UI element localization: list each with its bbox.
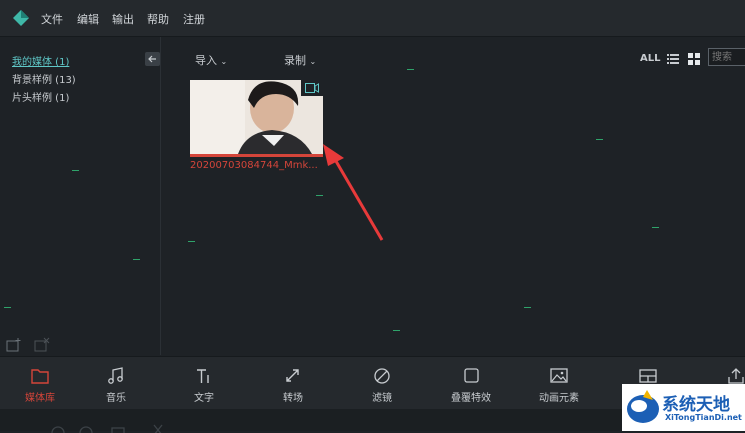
tool-label: 转场 <box>283 393 303 404</box>
library-item-title-samples[interactable]: 片头样例 (1) <box>12 89 69 104</box>
artifact-dash <box>4 307 11 308</box>
site-watermark: 系统天地 XiTongTianDi.net <box>622 384 745 431</box>
record-label: 录制 <box>284 54 306 67</box>
tool-overlay[interactable]: 叠覆特效 <box>435 357 505 409</box>
arrow-left-icon <box>148 55 156 63</box>
text-icon <box>197 369 209 383</box>
app-logo-icon <box>13 10 29 26</box>
tool-label: 滤镜 <box>372 393 392 404</box>
tool-label: 叠覆特效 <box>451 393 491 404</box>
layout-icon <box>639 369 657 383</box>
music-icon <box>108 367 123 384</box>
menu-help[interactable]: 帮助 <box>147 11 169 27</box>
watermark-logo-icon <box>627 390 659 423</box>
tool-elements[interactable]: 动画元素 <box>523 357 593 409</box>
tool-label: 媒体库 <box>25 393 55 404</box>
artifact-dash <box>596 139 603 140</box>
artifact-dash <box>316 195 323 196</box>
artifact-dash <box>133 259 140 260</box>
artifact-dash <box>188 241 195 242</box>
search-input[interactable] <box>708 48 745 66</box>
artifact-dash <box>652 227 659 228</box>
filter-icon <box>374 368 390 384</box>
artifact-dash <box>393 330 400 331</box>
image-icon <box>550 368 568 383</box>
chevron-down-icon: ⌄ <box>309 57 317 66</box>
tool-filter[interactable]: 滤镜 <box>346 357 416 409</box>
library-item-background-samples[interactable]: 背景样例 (13) <box>12 71 76 86</box>
view-all-toggle[interactable]: ALL <box>640 53 660 64</box>
transition-icon <box>286 369 299 382</box>
library-panel: 我的媒体 (1) 背景样例 (13) 片头样例 (1) <box>0 37 161 355</box>
tool-label: 音乐 <box>106 393 126 404</box>
artifact-dash <box>524 307 531 308</box>
grid-view-icon[interactable] <box>688 53 700 65</box>
delete-folder-icon[interactable] <box>34 337 50 353</box>
media-filename: 20200703084744_Mmk... <box>190 160 318 171</box>
export-icon <box>728 368 744 384</box>
menu-edit[interactable]: 编辑 <box>77 11 99 27</box>
record-dropdown[interactable]: 录制 ⌄ <box>284 52 316 68</box>
overlay-icon <box>464 368 479 383</box>
tool-transition[interactable]: 转场 <box>257 357 327 409</box>
menu-register[interactable]: 注册 <box>183 11 205 27</box>
tool-media-library[interactable]: 媒体库 <box>4 357 74 409</box>
media-thumbnail[interactable] <box>190 80 323 157</box>
chevron-down-icon: ⌄ <box>220 57 228 66</box>
watermark-url: XiTongTianDi.net <box>665 413 742 422</box>
tool-text[interactable]: 文字 <box>168 357 238 409</box>
artifact-dash <box>72 170 79 171</box>
tool-music[interactable]: 音乐 <box>80 357 150 409</box>
timeline-tool-icons <box>51 424 163 433</box>
collapse-panel-button[interactable] <box>145 52 160 66</box>
menu-file[interactable]: 文件 <box>41 11 63 27</box>
video-badge <box>301 80 323 96</box>
add-folder-icon[interactable] <box>6 337 22 353</box>
tool-label: 文字 <box>194 393 214 404</box>
tool-label: 动画元素 <box>539 393 579 404</box>
library-item-my-media[interactable]: 我的媒体 (1) <box>12 53 69 68</box>
folder-icon <box>31 369 49 384</box>
artifact-dash <box>407 69 414 70</box>
menu-bar: 文件 编辑 输出 帮助 注册 <box>0 0 745 37</box>
watermark-title: 系统天地 <box>662 395 730 415</box>
import-label: 导入 <box>195 54 217 67</box>
import-dropdown[interactable]: 导入 ⌄ <box>195 52 227 68</box>
video-camera-icon <box>305 83 319 93</box>
menu-export[interactable]: 输出 <box>112 11 134 27</box>
list-view-icon[interactable] <box>667 53 679 65</box>
